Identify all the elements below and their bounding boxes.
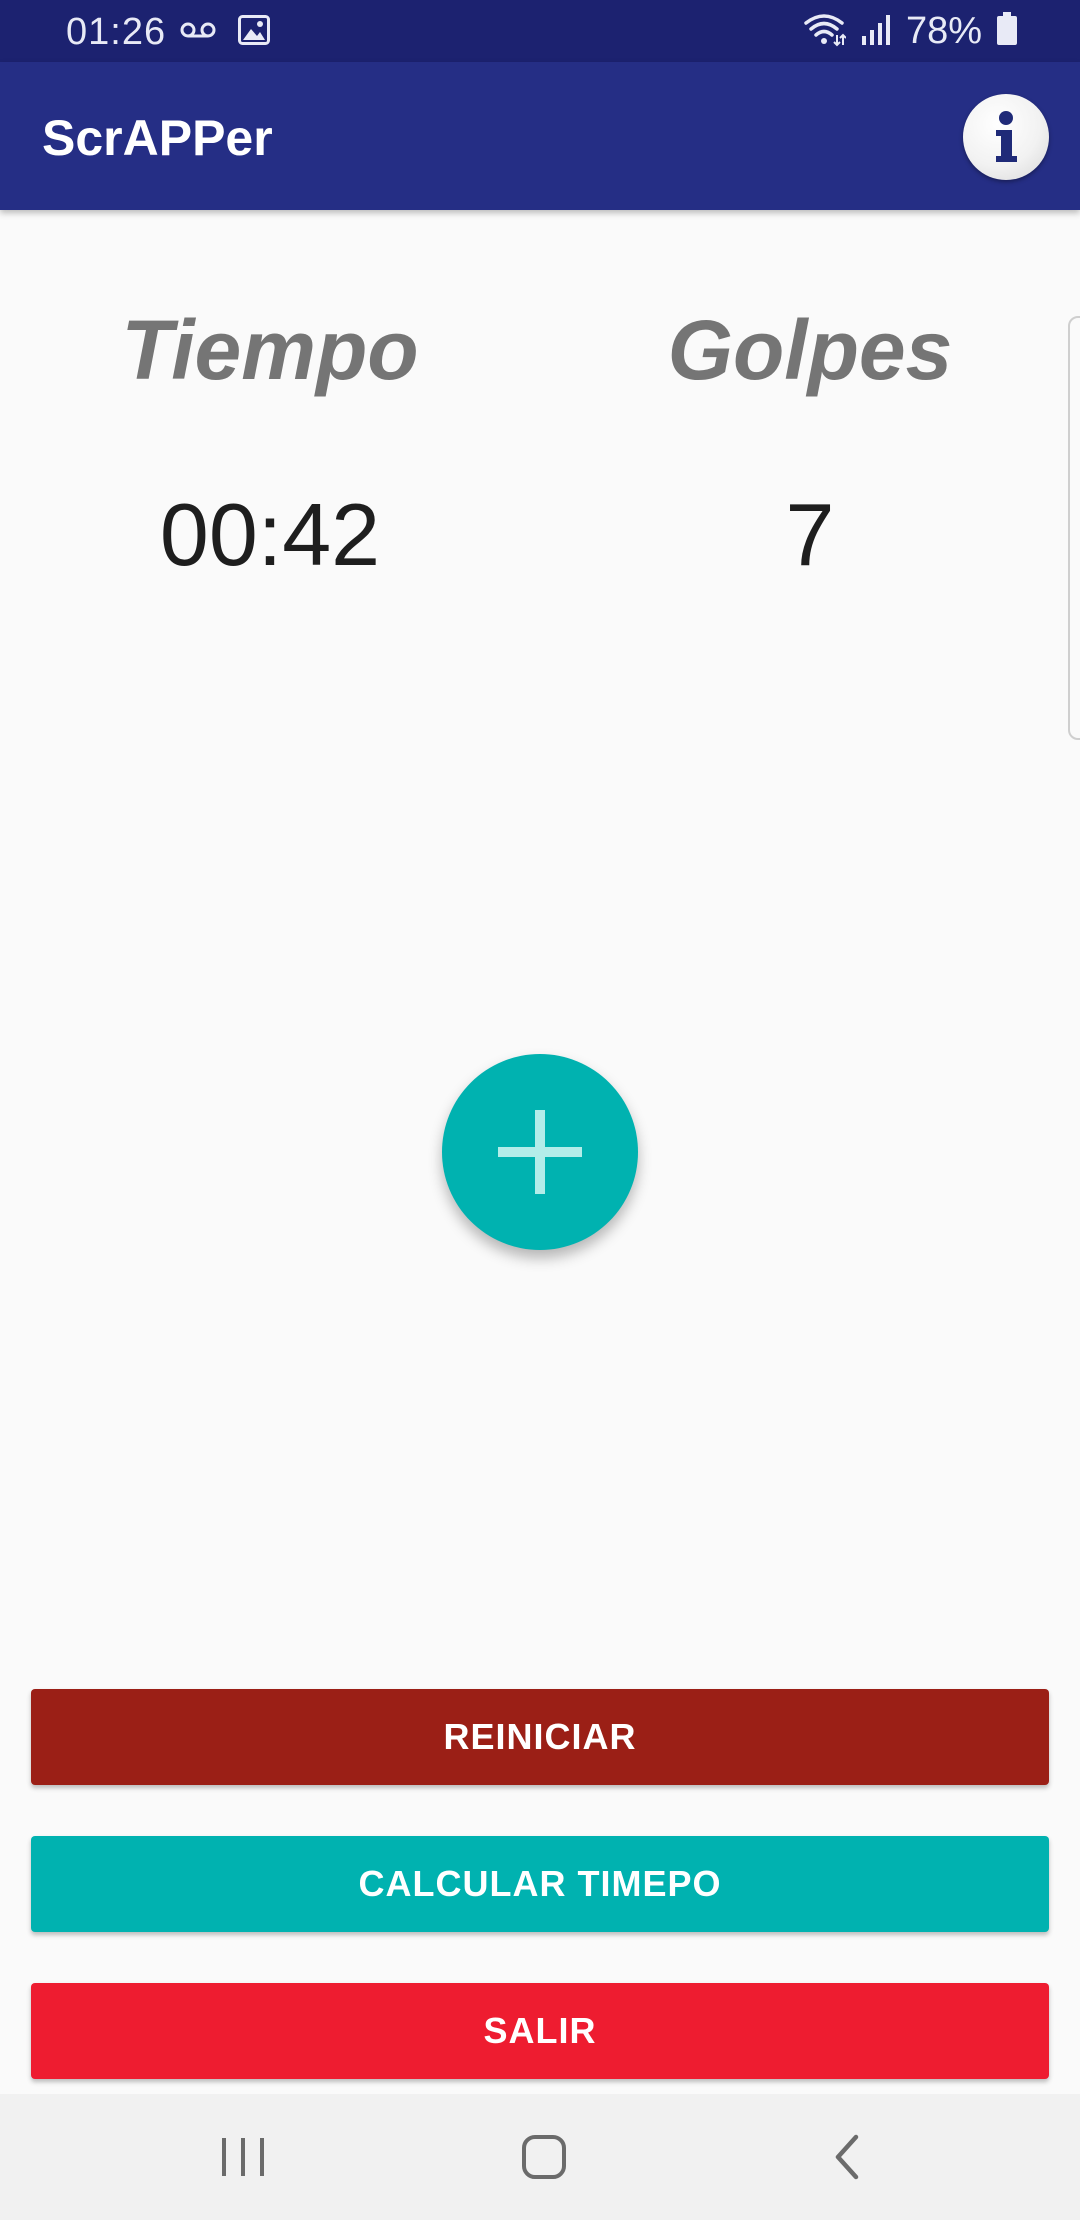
app-bar: ScrAPPer: [0, 62, 1080, 210]
recents-icon: [198, 2138, 288, 2196]
battery-icon: [996, 11, 1018, 51]
status-bar: 01:26 78%: [0, 0, 1080, 62]
hits-label: Golpes: [667, 303, 953, 397]
home-button[interactable]: [499, 2122, 589, 2192]
battery-percent: 78%: [905, 10, 982, 52]
recents-button[interactable]: [198, 2122, 288, 2192]
voicemail-icon: [180, 19, 216, 46]
info-button[interactable]: [963, 94, 1049, 180]
back-icon: [802, 2134, 892, 2196]
edge-panel-handle[interactable]: [1068, 316, 1080, 740]
status-time: 01:26: [66, 11, 167, 53]
time-label: Tiempo: [121, 303, 419, 397]
back-button[interactable]: [802, 2122, 892, 2192]
app-screen: 01:26 78% ScrAPPer Tiempo Golpes 00:42 7…: [0, 0, 1080, 2220]
system-status: 78%: [802, 8, 1018, 54]
calculate-time-button[interactable]: CALCULAR TIMEPO: [31, 1836, 1049, 1932]
reset-button[interactable]: REINICIAR: [31, 1689, 1049, 1785]
image-icon: [238, 14, 270, 50]
time-value: 00:42: [159, 485, 381, 584]
exit-button[interactable]: SALIR: [31, 1983, 1049, 2079]
wifi-icon: [802, 11, 847, 52]
home-icon: [499, 2135, 589, 2196]
navigation-bar: [0, 2094, 1080, 2220]
hits-value: 7: [785, 485, 835, 584]
app-title: ScrAPPer: [42, 110, 273, 166]
add-hit-button[interactable]: [442, 1054, 638, 1250]
signal-icon: [860, 12, 892, 51]
notification-icons: [180, 12, 270, 52]
